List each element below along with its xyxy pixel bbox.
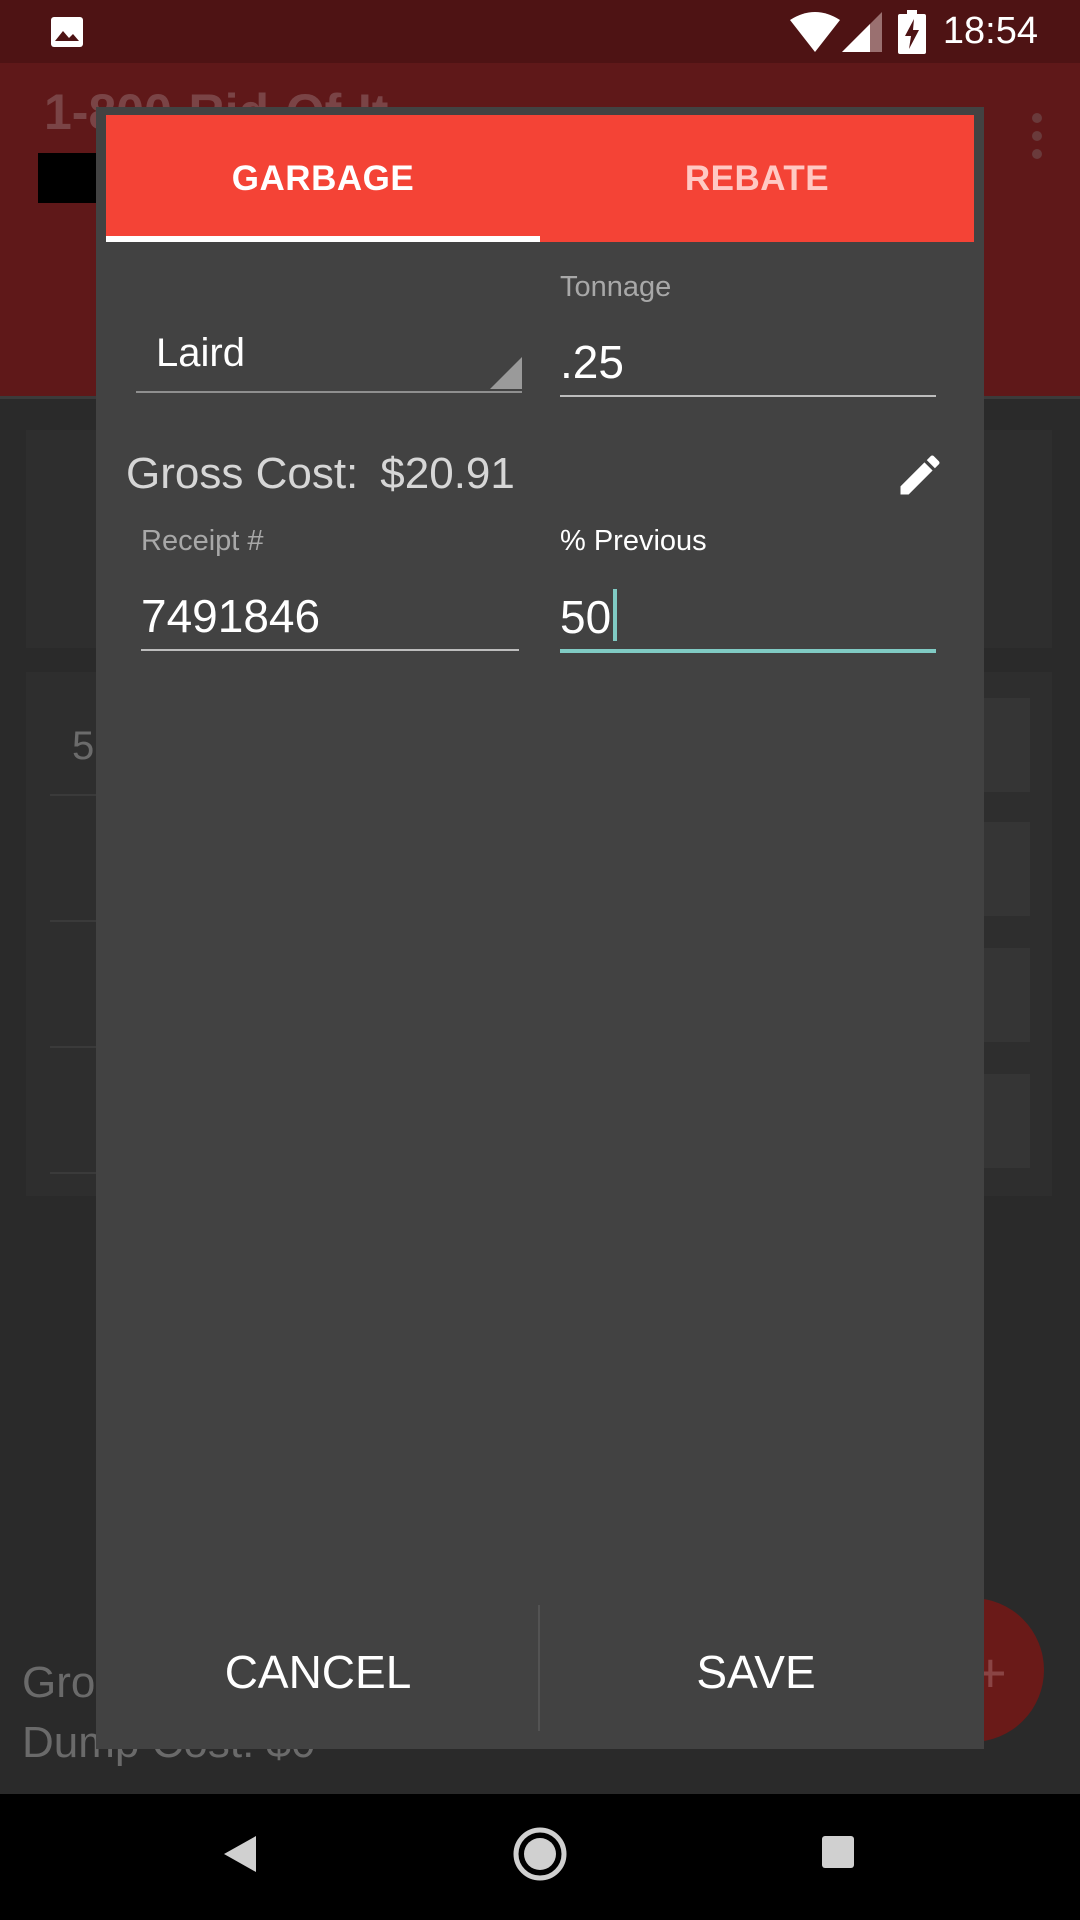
receipt-input[interactable]: 7491846 — [141, 589, 320, 643]
location-spinner[interactable]: Laird — [136, 317, 522, 393]
list-item — [980, 1074, 1030, 1168]
tab-indicator — [106, 236, 540, 242]
tonnage-input[interactable]: .25 — [560, 335, 624, 389]
tab-rebate[interactable]: REBATE — [540, 115, 974, 242]
tab-bar: GARBAGE REBATE — [106, 115, 974, 242]
percent-previous-underline — [560, 649, 936, 653]
list-item-number: 5 — [72, 724, 95, 768]
dropdown-arrow-icon — [490, 357, 522, 389]
percent-previous-value: 50 — [560, 591, 612, 643]
navigation-bar — [0, 1794, 1080, 1920]
tab-garbage-label: GARBAGE — [231, 158, 415, 198]
tonnage-underline — [560, 395, 936, 397]
tab-garbage[interactable]: GARBAGE — [106, 115, 540, 242]
location-spinner-value: Laird — [156, 331, 245, 375]
image-icon — [51, 17, 83, 47]
overflow-menu-icon — [1032, 113, 1044, 159]
gross-summary-text: Gro — [22, 1658, 96, 1707]
status-time: 18:54 — [942, 10, 1038, 52]
list-item — [980, 948, 1030, 1042]
receipt-underline — [141, 649, 519, 651]
battery-charging-icon — [898, 10, 926, 54]
home-icon[interactable] — [512, 1826, 568, 1882]
text-cursor — [613, 589, 618, 641]
gross-cost-value: $20.91 — [380, 449, 515, 498]
garbage-dialog: GARBAGE REBATE Laird Tonnage .25 Gross C… — [96, 107, 984, 1749]
tonnage-label: Tonnage — [560, 271, 672, 303]
list-item — [980, 698, 1030, 792]
percent-previous-input[interactable]: 50 — [560, 589, 618, 644]
wifi-icon — [790, 12, 840, 52]
button-divider — [538, 1605, 540, 1731]
tab-rebate-label: REBATE — [684, 158, 830, 198]
gross-cost-label: Gross Cost: — [126, 449, 359, 498]
edit-pencil-icon[interactable] — [894, 449, 946, 501]
receipt-label: Receipt # — [141, 525, 264, 557]
status-bar: 18:54 — [0, 0, 1080, 63]
back-icon[interactable] — [222, 1834, 258, 1874]
list-item — [980, 822, 1030, 916]
percent-previous-label: % Previous — [560, 525, 707, 557]
spinner-underline — [136, 391, 522, 393]
cancel-button[interactable]: CANCEL — [138, 1637, 498, 1707]
gross-cost: Gross Cost: $20.91 — [126, 449, 515, 499]
recents-icon[interactable] — [822, 1836, 854, 1868]
signal-icon — [842, 12, 882, 52]
save-button[interactable]: SAVE — [576, 1637, 936, 1707]
